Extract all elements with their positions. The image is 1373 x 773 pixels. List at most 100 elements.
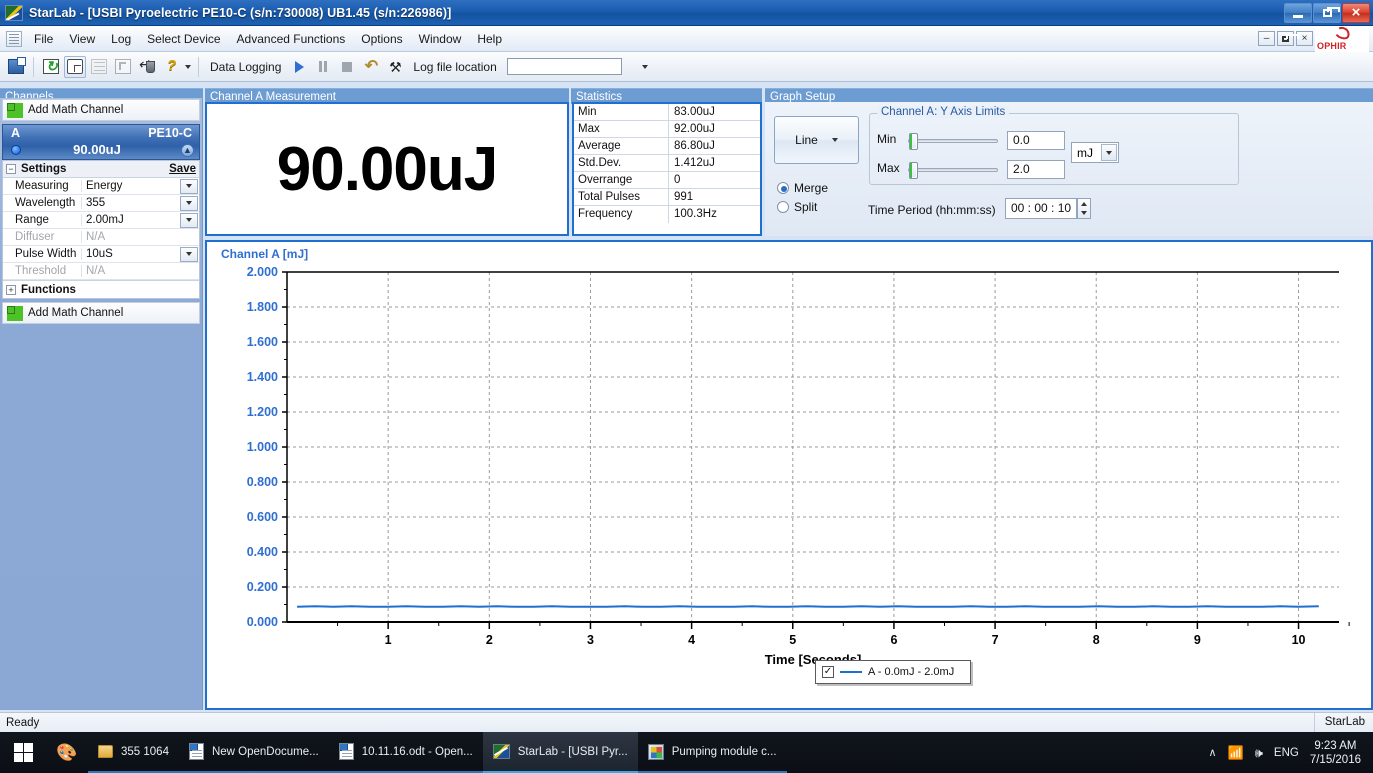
save-settings-button[interactable]: Save: [169, 163, 196, 175]
setting-dropdown-measuring[interactable]: [180, 178, 198, 194]
log-file-location-input[interactable]: [506, 58, 622, 75]
y-axis-unit-dropdown-button[interactable]: [1101, 144, 1117, 161]
log-reset-button[interactable]: ↶: [360, 56, 382, 78]
windows-taskbar: 🎨 355 1064 New OpenDocume... 10.11.16.od…: [0, 732, 1373, 773]
split-radio-option[interactable]: Split: [777, 199, 817, 214]
menu-item-view[interactable]: View: [61, 29, 103, 49]
return-button[interactable]: [136, 56, 158, 78]
y-max-slider[interactable]: [908, 162, 998, 179]
y-axis-unit-dropdown[interactable]: mJ: [1071, 142, 1119, 163]
refresh-button[interactable]: [40, 56, 62, 78]
language-indicator[interactable]: ENG: [1274, 747, 1299, 759]
y-min-slider-thumb[interactable]: [909, 133, 918, 150]
maximize-icon: [1322, 6, 1340, 17]
functions-header[interactable]: + Functions: [3, 280, 199, 298]
log-file-dropdown-button[interactable]: [640, 57, 650, 77]
menu-item-advanced-functions[interactable]: Advanced Functions: [229, 29, 354, 49]
channel-a-header[interactable]: A PE10-C 90.00uJ ▲: [2, 124, 200, 160]
setting-dropdown-pulse-width[interactable]: [180, 246, 198, 262]
toolbar-separator-2: [198, 56, 199, 77]
y-min-slider[interactable]: [908, 133, 998, 150]
spinner-down-icon[interactable]: [1081, 211, 1087, 216]
taskbar-pinned-paint[interactable]: 🎨: [46, 732, 88, 773]
plot-type-dropdown[interactable]: Line: [774, 116, 859, 164]
setting-dropdown-range[interactable]: [180, 212, 198, 228]
statistics-panel: Min 83.00uJ Max 92.00uJ Average 86.80uJ Std…: [572, 102, 762, 236]
time-period-spinner[interactable]: [1077, 198, 1091, 219]
channel-settings-table: − Settings Save Measuring Energy Wavelen…: [2, 160, 200, 299]
math-channel-icon-2: [7, 306, 22, 320]
taskbar-item-odt-document-label: 10.11.16.odt - Open...: [361, 745, 473, 758]
setting-label-range: Range: [15, 214, 49, 226]
setting-label-wavelength: Wavelength: [15, 197, 76, 209]
step-view-button[interactable]: [112, 56, 134, 78]
svg-text:10: 10: [1292, 633, 1306, 647]
document-icon: [188, 743, 204, 760]
stat-row-total-pulses: Total Pulses 991: [574, 189, 760, 206]
time-period-control[interactable]: 00 : 00 : 10: [1005, 198, 1091, 219]
new-window-button[interactable]: [64, 55, 86, 78]
legend-label: A - 0.0mJ - 2.0mJ: [868, 666, 955, 678]
maximize-button[interactable]: [1313, 2, 1341, 23]
svg-text:0.600: 0.600: [247, 510, 278, 524]
help-button[interactable]: [160, 56, 182, 78]
taskbar-clock[interactable]: 9:23 AM 7/15/2016: [1310, 739, 1365, 767]
plot-area[interactable]: 0.000 0.200 0.400 0.600 0.800 1.000 1.200 1.400…: [207, 264, 1371, 684]
menu-item-select-device[interactable]: Select Device: [139, 29, 228, 49]
spinner-up-icon[interactable]: [1081, 201, 1087, 206]
y-min-input[interactable]: 0.0: [1007, 131, 1065, 150]
merge-radio-button[interactable]: [777, 181, 789, 194]
stat-row-min: Min 83.00uJ: [574, 104, 760, 121]
minimize-button[interactable]: [1284, 2, 1312, 23]
pumping-icon: [647, 743, 664, 760]
start-button[interactable]: [0, 732, 46, 773]
tray-expand-icon[interactable]: ∧: [1208, 746, 1216, 759]
connect-device-button[interactable]: [5, 56, 27, 78]
setting-dropdown-wavelength[interactable]: [180, 195, 198, 211]
status-bar: Ready StarLab: [0, 712, 1373, 732]
chevron-down-icon: [186, 184, 192, 188]
window-controls: ×: [1284, 2, 1373, 23]
merge-radio-option[interactable]: Merge: [777, 180, 828, 195]
taskbar-item-folder[interactable]: 355 1064: [88, 732, 179, 773]
time-period-input[interactable]: 00 : 00 : 10: [1005, 198, 1077, 219]
mdi-restore-button[interactable]: [1277, 31, 1299, 46]
log-stop-button[interactable]: [336, 56, 358, 78]
y-max-slider-thumb[interactable]: [909, 162, 918, 179]
taskbar-item-starlab[interactable]: StarLab - [USBI Pyr...: [482, 732, 638, 773]
menu-item-file[interactable]: File: [26, 29, 61, 49]
settings-expander-icon[interactable]: −: [6, 164, 16, 174]
toolbar-overflow-button[interactable]: [183, 57, 193, 77]
ophir-swoosh-icon: [1333, 25, 1352, 41]
network-icon[interactable]: 📶: [1228, 746, 1244, 759]
menu-item-window[interactable]: Window: [411, 29, 470, 49]
graph-legend[interactable]: ✓ A - 0.0mJ - 2.0mJ: [815, 660, 971, 684]
taskbar-item-pumping-module[interactable]: Pumping module c...: [637, 732, 787, 773]
graph-view-button[interactable]: [88, 56, 110, 78]
legend-checkbox[interactable]: ✓: [822, 666, 834, 678]
menu-item-options[interactable]: Options: [353, 29, 410, 49]
split-radio-button[interactable]: [777, 200, 789, 213]
taskbar-item-new-document[interactable]: New OpenDocume...: [178, 732, 329, 773]
add-math-channel-top-button[interactable]: Add Math Channel: [2, 99, 200, 121]
action-center-icon[interactable]: 🕪: [1255, 746, 1263, 759]
channel-a-collapse-button[interactable]: ▲: [181, 144, 194, 157]
channel-a-model: PE10-C: [148, 126, 192, 140]
math-channel-icon: [7, 103, 22, 117]
taskbar-item-odt-document[interactable]: 10.11.16.odt - Open...: [328, 732, 483, 773]
y-max-input[interactable]: 2.0: [1007, 160, 1065, 179]
log-pause-button[interactable]: [312, 56, 334, 78]
merge-label: Merge: [794, 180, 829, 195]
functions-expander-icon[interactable]: +: [6, 284, 16, 295]
setting-label-threshold: Threshold: [15, 265, 67, 277]
plot-type-value: Line: [795, 133, 818, 147]
log-start-button[interactable]: [288, 56, 310, 78]
clock-time: 9:23 AM: [1314, 739, 1357, 752]
stat-row-max: Max 92.00uJ: [574, 121, 760, 138]
close-button[interactable]: ×: [1342, 2, 1370, 23]
add-math-channel-bottom-button[interactable]: Add Math Channel: [2, 302, 200, 324]
log-settings-button[interactable]: ⚒: [384, 56, 406, 78]
menu-item-log[interactable]: Log: [103, 29, 139, 49]
mdi-minimize-button[interactable]: –: [1258, 31, 1275, 46]
menu-item-help[interactable]: Help: [469, 29, 510, 49]
